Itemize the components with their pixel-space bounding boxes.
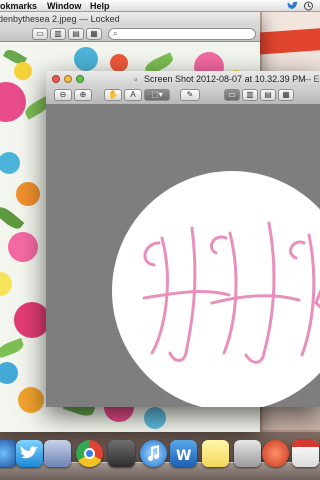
view-sidebar-button[interactable]: ▥	[50, 28, 66, 40]
view-single-button[interactable]: ▭	[32, 28, 48, 40]
zoom-out-button[interactable]: ⊖	[54, 89, 72, 101]
stickies-icon[interactable]	[202, 440, 229, 467]
annotate-button[interactable]: ✎	[180, 89, 200, 101]
zoom-in-button[interactable]: ⊕	[74, 89, 92, 101]
dock: W	[0, 432, 320, 480]
menu-window[interactable]: Window	[47, 0, 81, 12]
image-canvas	[46, 105, 320, 407]
zoom-button[interactable]	[76, 75, 84, 83]
twitter-icon[interactable]	[287, 1, 299, 13]
move-tool-button[interactable]: ✋	[104, 89, 122, 101]
text-select-icon: A	[130, 90, 136, 99]
word-icon[interactable]: W	[170, 440, 197, 467]
back-window-toolbar: ▭ ▥ ▤ ▦ ⌕	[0, 26, 260, 42]
selection-tool-button[interactable]: ⬚▾	[144, 89, 170, 101]
zoom-out-icon: ⊖	[59, 90, 67, 99]
close-button[interactable]	[52, 75, 60, 83]
view-contact-button[interactable]: ▤	[68, 28, 84, 40]
view-sidebar-button-front[interactable]: ▥	[242, 89, 258, 101]
view-single-button-front[interactable]: ▭	[224, 89, 240, 101]
zoom-in-icon: ⊕	[79, 90, 87, 99]
preview-titlebar[interactable]: ▫ Screen Shot 2012-08-07 at 10.32.39 PM …	[46, 71, 320, 87]
address-book-icon[interactable]	[44, 440, 71, 467]
time-machine-icon[interactable]	[303, 1, 314, 13]
svg-text:W: W	[176, 448, 191, 464]
back-window-titlebar[interactable]: denbythesea 2.jpeg — Locked	[0, 12, 260, 26]
view-contact-button-front[interactable]: ▤	[260, 89, 276, 101]
window-title: Screen Shot 2012-08-07 at 10.32.39 PM	[144, 74, 306, 84]
photo-booth-icon[interactable]	[262, 440, 289, 467]
menu-bookmarks[interactable]: okmarks	[0, 0, 37, 12]
text-tool-button[interactable]: A	[124, 89, 142, 101]
search-field[interactable]: ⌕	[108, 28, 256, 40]
calendar-icon[interactable]	[292, 440, 319, 467]
iphoto-icon[interactable]	[108, 440, 135, 467]
view-grid-button[interactable]: ▦	[86, 28, 102, 40]
menu-help[interactable]: Help	[90, 0, 110, 12]
finder-icon[interactable]	[0, 440, 17, 467]
itunes-icon[interactable]	[140, 440, 167, 467]
preview-toolbar: ⊖ ⊕ ✋ A ⬚▾ ✎ ▭ ▥ ▤ ▦	[46, 87, 320, 105]
preview-window[interactable]: ▫ Screen Shot 2012-08-07 at 10.32.39 PM …	[46, 71, 320, 407]
chrome-icon[interactable]	[76, 440, 103, 467]
pencil-icon: ✎	[186, 90, 194, 99]
preview-dock-icon[interactable]	[234, 440, 261, 467]
hand-icon: ✋	[108, 90, 118, 99]
search-icon: ⌕	[113, 29, 118, 38]
minimize-button[interactable]	[64, 75, 72, 83]
window-title-suffix: — Ed	[302, 74, 320, 84]
rect-select-icon: ⬚▾	[151, 90, 163, 99]
desktop-ribbon	[254, 27, 320, 55]
document-icon: ▫	[134, 74, 138, 84]
twitter-dock-icon[interactable]	[16, 440, 43, 467]
monogram-image	[142, 221, 320, 364]
menu-bar: okmarks Window Help	[0, 0, 320, 12]
back-window-title: denbythesea 2.jpeg — Locked	[0, 14, 120, 24]
view-grid-button-front[interactable]: ▦	[278, 89, 294, 101]
